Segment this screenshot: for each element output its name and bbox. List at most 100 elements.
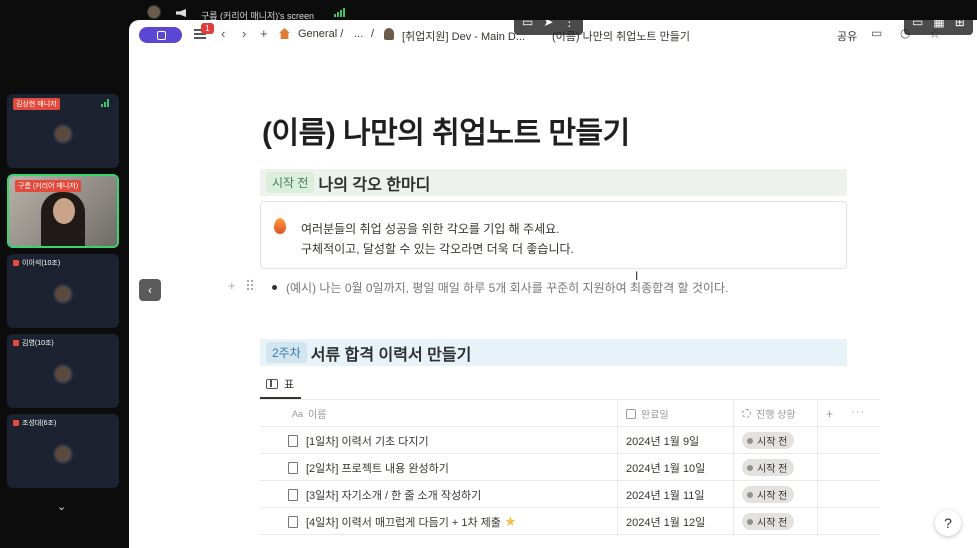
add-column-icon[interactable]: + (826, 407, 833, 421)
table-row[interactable]: [1일차] 이력서 기초 다지기 2024년 1월 9일 시작 전 (260, 427, 880, 454)
grid-icon[interactable]: ▦ (933, 20, 944, 28)
text-cursor-icon: I (635, 269, 639, 283)
status-tag: 시작 전 (266, 172, 315, 193)
participant-tile[interactable]: 이이석(10조) (7, 254, 119, 328)
page-icon (288, 435, 298, 447)
section-title: 서류 합격 이력서 만들기 (310, 346, 472, 364)
row-date[interactable]: 2024년 1월 11일 (618, 481, 734, 508)
page-title[interactable]: (이름) 나만의 취업노트 만들기 (262, 108, 630, 152)
view-tab-label: 표 (284, 379, 295, 391)
signal-icon (101, 99, 111, 107)
status-badge[interactable]: 시작 전 (742, 459, 795, 476)
speaker-icon (176, 9, 186, 17)
notification-badge: 1 (201, 23, 214, 34)
more-vertical-icon[interactable]: ⋮ (563, 20, 575, 28)
row-name[interactable]: [1일차] 이력서 기초 다지기 (306, 427, 429, 454)
section-title: 나의 각오 한마디 (318, 176, 431, 194)
status-dot-icon (747, 518, 753, 525)
drag-handle-icon[interactable] (246, 279, 254, 291)
more-options-icon[interactable]: ··· (851, 406, 865, 418)
avatar (53, 364, 73, 384)
mic-muted-icon (13, 260, 19, 266)
participant-tile[interactable]: 김상현 매니저 (7, 94, 119, 168)
callout-line: 여러분들의 취업 성공을 위한 각오를 기입 해 주세요. (301, 222, 560, 236)
participant-name: 김상현 매니저 (13, 98, 60, 110)
callout-line: 구체적이고, 달성할 수 있는 각오라면 더욱 더 좋습니다. (301, 242, 574, 256)
fire-icon (274, 218, 286, 234)
chevron-down-icon[interactable]: ⌄ (57, 500, 66, 513)
breadcrumb-separator: / (371, 28, 375, 40)
avatar (53, 444, 73, 464)
bullet-icon (272, 285, 277, 290)
participant-name: 구름 (커리어 매니저) (15, 180, 82, 192)
signal-icon (334, 8, 346, 17)
row-name[interactable]: [2일차] 프로젝트 내용 완성하기 (306, 454, 449, 481)
bullet-text[interactable]: (예시) 나는 0월 0일까지, 평일 매일 하루 5개 회사를 꾸준히 지원하… (286, 279, 728, 296)
column-header-status[interactable]: 진행 상황 (734, 400, 818, 427)
mic-muted-icon (13, 340, 19, 346)
avatar (53, 124, 73, 144)
status-badge[interactable]: 시작 전 (742, 486, 795, 503)
status-property-icon (742, 409, 751, 418)
add-block-icon[interactable]: + (228, 278, 236, 293)
status-badge[interactable]: 시작 전 (742, 513, 795, 530)
section-heading[interactable]: 시작 전 나의 각오 한마디 (260, 169, 847, 196)
section-heading[interactable]: 2주차 서류 합격 이력서 만들기 (260, 339, 847, 366)
status-dot-icon (747, 464, 753, 471)
star-icon (505, 516, 516, 527)
share-button[interactable]: 공유 (837, 28, 857, 44)
participant-tile[interactable]: 김영(10조) (7, 334, 119, 408)
presenter-avatar (147, 5, 161, 19)
add-icon[interactable]: + (260, 26, 268, 41)
participant-tile-active[interactable]: 구름 (커리어 매니저) (7, 174, 119, 248)
table-icon (266, 379, 278, 389)
breadcrumb-ellipsis[interactable]: ... (354, 28, 363, 40)
table-row[interactable]: [4일차] 이력서 매끄럽게 다듬기 + 1차 제출 2024년 1월 12일 … (260, 508, 880, 535)
column-header-name[interactable]: Aa 이름 (260, 400, 618, 427)
participant-face (53, 198, 75, 224)
status-badge[interactable]: 시작 전 (742, 432, 795, 449)
share-controls: ▭ ➤ ⋮ (514, 20, 584, 35)
status-dot-icon (747, 491, 753, 498)
pointer-icon[interactable]: ➤ (543, 20, 553, 28)
breadcrumb-general[interactable]: General / (298, 28, 343, 40)
page-icon (288, 489, 298, 501)
column-header-deadline[interactable]: 완료일 (618, 400, 734, 427)
monitor-icon[interactable]: ▭ (522, 20, 533, 28)
comment-icon[interactable]: ▭ (871, 26, 882, 40)
page-icon (288, 516, 298, 528)
expand-icon[interactable]: ⊞ (955, 20, 965, 28)
forward-arrow-icon[interactable]: › (242, 26, 246, 41)
notion-window: 1 ‹ › + General / ... / [취업지원] Dev - Mai… (129, 20, 977, 548)
breadcrumb-workspace[interactable]: [취업지원] Dev - Main D... (402, 28, 525, 44)
row-date[interactable]: 2024년 1월 9일 (618, 427, 734, 454)
participant-name: 김영(10조) (22, 340, 54, 347)
collapse-panel-button[interactable]: ‹ (139, 279, 161, 301)
table-row[interactable]: [2일차] 프로젝트 내용 완성하기 2024년 1월 10일 시작 전 (260, 454, 880, 481)
row-date[interactable]: 2024년 1월 10일 (618, 454, 734, 481)
table-header-row: Aa 이름 완료일 진행 상황 + ··· (260, 400, 880, 427)
monitor-icon[interactable]: ▭ (912, 20, 923, 28)
table-row[interactable]: [3일차] 자기소개 / 한 줄 소개 작성하기 2024년 1월 11일 시작… (260, 481, 880, 508)
status-dot-icon (747, 437, 753, 444)
row-name[interactable]: [3일차] 자기소개 / 한 줄 소개 작성하기 (306, 481, 481, 508)
workspace-icon (384, 28, 394, 40)
page-icon (288, 462, 298, 474)
participant-name: 이이석(10조) (22, 260, 61, 267)
callout-block[interactable]: 여러분들의 취업 성공을 위한 각오를 기입 해 주세요. 구체적이고, 달성할… (260, 201, 847, 269)
view-controls: ▭ ▦ ⊞ (904, 20, 973, 35)
row-name[interactable]: [4일차] 이력서 매끄럽게 다듬기 + 1차 제출 (306, 514, 501, 530)
week-tag: 2주차 (266, 342, 307, 363)
mic-muted-icon (13, 420, 19, 426)
text-property-icon: Aa (292, 408, 304, 419)
participant-name: 조성대(6조) (22, 420, 57, 427)
avatar (53, 284, 73, 304)
row-date[interactable]: 2024년 1월 12일 (618, 508, 734, 535)
participant-tile[interactable]: 조성대(6조) (7, 414, 119, 488)
home-icon (279, 28, 290, 39)
sidebar-toggle-button[interactable] (139, 27, 182, 43)
table-view-tab[interactable]: 표 (266, 376, 294, 392)
calendar-icon (626, 408, 636, 419)
help-button[interactable]: ? (935, 510, 961, 536)
back-arrow-icon[interactable]: ‹ (221, 26, 225, 41)
